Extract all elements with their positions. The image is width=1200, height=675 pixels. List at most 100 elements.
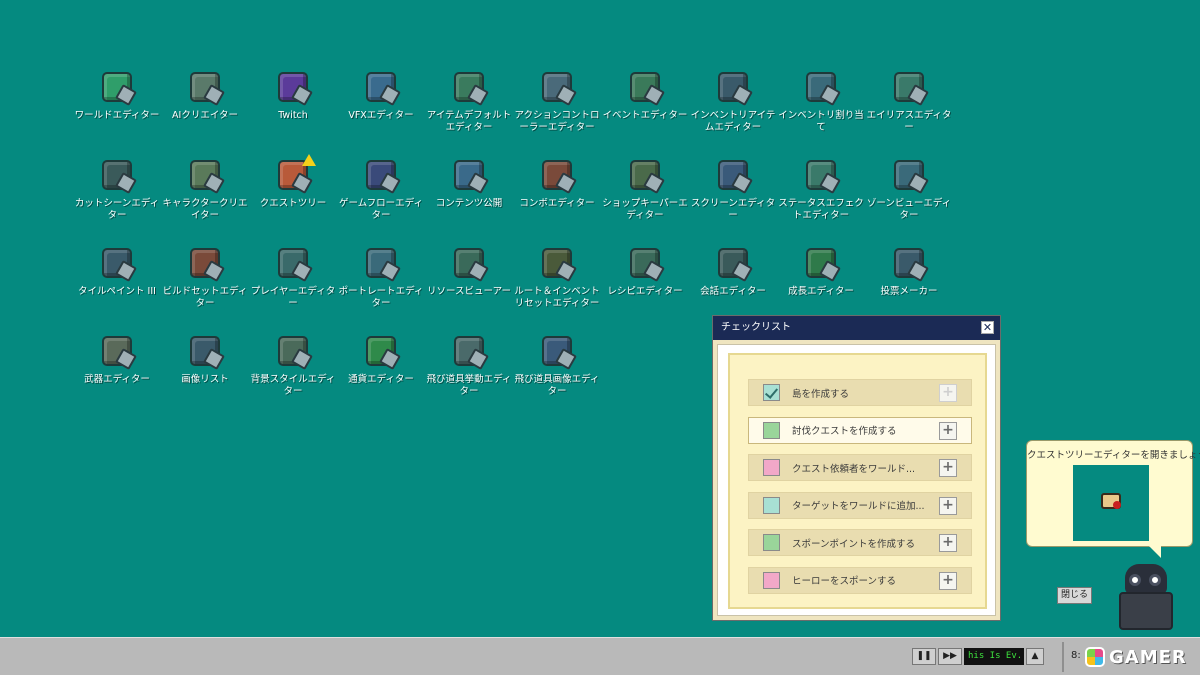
desktop-icon-label: 会話エディター bbox=[700, 286, 766, 297]
desktop-icon-label: スクリーンエディター bbox=[690, 198, 776, 221]
hint-close-button[interactable]: 閉じる bbox=[1057, 587, 1092, 604]
task-checkbox[interactable] bbox=[763, 534, 780, 551]
desktop-icon[interactable]: キャラクタークリエイター bbox=[160, 158, 250, 244]
robot-eye-right bbox=[1149, 574, 1161, 586]
app-icon bbox=[718, 248, 748, 278]
task-checkbox[interactable] bbox=[763, 421, 780, 439]
checklist-task[interactable]: ターゲットをワールドに追加... + bbox=[748, 491, 972, 519]
desktop-icon[interactable]: 画像リスト bbox=[160, 334, 250, 420]
desktop-icon-label: プレイヤーエディター bbox=[250, 286, 336, 309]
desktop-icon[interactable]: 飛び道具挙動エディター bbox=[424, 334, 514, 420]
desktop-icon[interactable]: アクションコントローラーエディター bbox=[512, 70, 602, 156]
task-label: ターゲットをワールドに追加... bbox=[792, 501, 925, 512]
task-checkbox[interactable] bbox=[763, 459, 780, 476]
desktop-icon[interactable]: プレイヤーエディター bbox=[248, 246, 338, 332]
desktop-icon-label: アクションコントローラーエディター bbox=[514, 110, 600, 133]
desktop-icon-label: 成長エディター bbox=[788, 286, 854, 297]
desktop-icon[interactable]: VFXエディター bbox=[336, 70, 426, 156]
app-icon bbox=[102, 160, 132, 190]
checklist-task[interactable]: ヒーローをスポーンする + bbox=[748, 566, 972, 594]
music-ticker: his Is Ev... bbox=[964, 648, 1024, 665]
app-icon bbox=[894, 72, 924, 102]
desktop-icon[interactable]: 背景スタイルエディター bbox=[248, 334, 338, 420]
desktop-icon-label: 背景スタイルエディター bbox=[250, 374, 336, 397]
plus-icon[interactable]: + bbox=[939, 459, 957, 477]
desktop-icon[interactable]: ポートレートエディター bbox=[336, 246, 426, 332]
desktop-icon[interactable]: コンボエディター bbox=[512, 158, 602, 244]
desktop-icon[interactable]: カットシーンエディター bbox=[72, 158, 162, 244]
desktop-icon-label: コンボエディター bbox=[519, 198, 595, 209]
plus-icon[interactable]: + bbox=[939, 534, 957, 552]
app-icon bbox=[542, 248, 572, 278]
desktop-icon-label: ビルドセットエディター bbox=[162, 286, 248, 309]
desktop-icon[interactable]: 飛び道具画像エディター bbox=[512, 334, 602, 420]
plus-icon[interactable]: + bbox=[939, 571, 957, 590]
app-icon bbox=[542, 72, 572, 102]
desktop-icon[interactable]: エイリアスエディター bbox=[864, 70, 954, 156]
desktop-icon[interactable]: レシピエディター bbox=[600, 246, 690, 332]
desktop-icon-label: 画像リスト bbox=[181, 374, 229, 385]
desktop-icon[interactable]: リソースビューアー bbox=[424, 246, 514, 332]
desktop-icon[interactable]: 通貨エディター bbox=[336, 334, 426, 420]
desktop-icon[interactable]: インベントリ割り当て bbox=[776, 70, 866, 156]
pause-icon[interactable]: ❚❚ bbox=[912, 648, 936, 665]
checklist-task[interactable]: 討伐クエストを作成する + bbox=[748, 416, 972, 444]
quest-scroll-icon bbox=[1101, 493, 1121, 509]
plus-icon[interactable]: + bbox=[939, 496, 957, 515]
checklist-task[interactable]: スポーンポイントを作成する + bbox=[748, 529, 972, 556]
desktop-icon-label: カットシーンエディター bbox=[74, 198, 160, 221]
desktop-icon[interactable]: ルート＆インベントリセットエディター bbox=[512, 246, 602, 332]
desktop-icon-label: インベントリ割り当て bbox=[778, 110, 864, 133]
checklist-title-bar[interactable]: チェックリスト ✕ bbox=[713, 316, 1000, 340]
chevron-up-icon[interactable]: ▲ bbox=[1026, 648, 1044, 665]
task-checkbox[interactable] bbox=[763, 496, 780, 514]
desktop-icon-label: 飛び道具画像エディター bbox=[514, 374, 600, 397]
hint-text: クエストツリーエディターを開きましょう bbox=[1027, 450, 1200, 461]
app-icon bbox=[278, 72, 308, 102]
desktop-icon[interactable]: タイルペイント III bbox=[72, 246, 162, 332]
desktop-icon[interactable]: Twitch bbox=[248, 70, 338, 156]
app-icon bbox=[102, 72, 132, 102]
desktop-icon[interactable]: 武器エディター bbox=[72, 334, 162, 420]
desktop-icon[interactable]: ワールドエディター bbox=[72, 70, 162, 156]
plus-icon[interactable]: + bbox=[939, 384, 957, 402]
app-icon bbox=[806, 72, 836, 102]
desktop-icon-label: レシピエディター bbox=[607, 286, 683, 297]
tray-divider bbox=[1062, 642, 1064, 672]
desktop-icon[interactable]: ショップキーパーエディター bbox=[600, 158, 690, 244]
desktop-icon-label: 飛び道具挙動エディター bbox=[426, 374, 512, 397]
app-icon bbox=[630, 248, 660, 278]
checklist-task[interactable]: クエスト依頼者をワールド... + bbox=[748, 454, 972, 481]
app-icon bbox=[102, 248, 132, 278]
gamer-logo: GAMER bbox=[1085, 644, 1187, 670]
task-checkbox[interactable] bbox=[763, 571, 780, 589]
gamer-logo-icon bbox=[1085, 647, 1105, 667]
desktop-icon[interactable]: アイテムデフォルトエディター bbox=[424, 70, 514, 156]
desktop-icon[interactable]: ゾーンビューエディター bbox=[864, 158, 954, 244]
app-icon bbox=[366, 336, 396, 366]
next-track-icon[interactable]: ▶▶ bbox=[938, 648, 962, 665]
checklist-task[interactable]: 島を作成する + bbox=[748, 379, 972, 406]
app-icon bbox=[190, 160, 220, 190]
desktop-icon[interactable]: コンテンツ公開 bbox=[424, 158, 514, 244]
task-checkbox[interactable] bbox=[763, 384, 780, 401]
robot-assistant-avatar[interactable] bbox=[1115, 562, 1177, 632]
desktop-icon[interactable]: AIクリエイター bbox=[160, 70, 250, 156]
desktop-icon[interactable]: スクリーンエディター bbox=[688, 158, 778, 244]
desktop-icon-label: コンテンツ公開 bbox=[435, 198, 503, 209]
desktop-icon[interactable]: イベントエディター bbox=[600, 70, 690, 156]
app-icon bbox=[190, 248, 220, 278]
app-icon bbox=[102, 336, 132, 366]
desktop-icon[interactable]: ビルドセットエディター bbox=[160, 246, 250, 332]
app-icon bbox=[190, 336, 220, 366]
desktop-icon[interactable]: ゲームフローエディター bbox=[336, 158, 426, 244]
close-icon[interactable]: ✕ bbox=[981, 321, 994, 334]
app-icon bbox=[894, 160, 924, 190]
hint-bubble: クエストツリーエディターを開きましょう bbox=[1026, 440, 1200, 558]
desktop-icon[interactable]: インベントリアイテムエディター bbox=[688, 70, 778, 156]
desktop-icon-label: キャラクタークリエイター bbox=[162, 198, 248, 221]
app-icon bbox=[366, 248, 396, 278]
plus-icon[interactable]: + bbox=[939, 421, 957, 440]
desktop-icon[interactable]: ステータスエフェクトエディター bbox=[776, 158, 866, 244]
desktop-icon[interactable]: クエストツリー bbox=[248, 154, 338, 244]
